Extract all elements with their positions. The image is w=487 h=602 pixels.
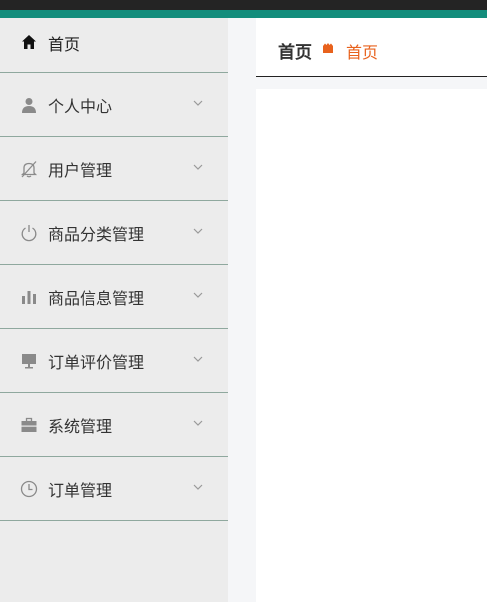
breadcrumb: 首页 首页: [256, 18, 487, 77]
bar-chart-icon: [20, 288, 38, 306]
sidebar-item-label: 订单评价管理: [48, 352, 145, 372]
sidebar-item-label: 商品分类管理: [48, 224, 145, 244]
sidebar-gutter: [228, 18, 256, 602]
breadcrumb-separator-icon: [323, 43, 333, 53]
sidebar-item-label: 首页: [48, 35, 81, 54]
top-accent-bar: [0, 10, 487, 18]
chevron-down-icon: [193, 420, 203, 426]
sidebar-item-user-management[interactable]: 用户管理: [0, 137, 228, 201]
sidebar-item-label: 商品信息管理: [48, 288, 145, 308]
sidebar-item-category-management[interactable]: 商品分类管理: [0, 201, 228, 265]
sidebar-item-label: 系统管理: [48, 416, 113, 436]
breadcrumb-home[interactable]: 首页: [278, 38, 312, 63]
content-panel: [256, 89, 487, 602]
sidebar-item-label: 个人中心: [48, 96, 113, 116]
main-area: 首页 首页: [256, 18, 487, 602]
breadcrumb-current: 首页: [346, 43, 379, 62]
sidebar-item-label: 用户管理: [48, 160, 113, 180]
chevron-down-icon: [193, 356, 203, 362]
clock-icon: [20, 480, 38, 498]
bell-off-icon: [20, 160, 38, 178]
sidebar-item-review-management[interactable]: 订单评价管理: [0, 329, 228, 393]
sidebar-item-product-management[interactable]: 商品信息管理: [0, 265, 228, 329]
sidebar-item-system-management[interactable]: 系统管理: [0, 393, 228, 457]
briefcase-icon: [20, 416, 38, 434]
sidebar-item-home[interactable]: 首页: [0, 18, 228, 73]
sidebar: 首页 个人中心 用户管理 商品分类管理 商品信息管理 订单评价管理 系统管理 订…: [0, 18, 228, 602]
sidebar-item-label: 订单管理: [48, 480, 113, 500]
chevron-down-icon: [193, 100, 203, 106]
chevron-down-icon: [193, 164, 203, 170]
chevron-down-icon: [193, 292, 203, 298]
sidebar-item-order-management[interactable]: 订单管理: [0, 457, 228, 521]
chevron-down-icon: [193, 484, 203, 490]
chevron-down-icon: [193, 228, 203, 234]
sidebar-item-personal-center[interactable]: 个人中心: [0, 73, 228, 137]
top-bar: [0, 0, 487, 10]
monitor-icon: [20, 352, 38, 370]
user-icon: [20, 96, 38, 114]
home-icon: [20, 33, 38, 51]
header-divider-strip: [256, 77, 487, 89]
power-icon: [20, 224, 38, 242]
